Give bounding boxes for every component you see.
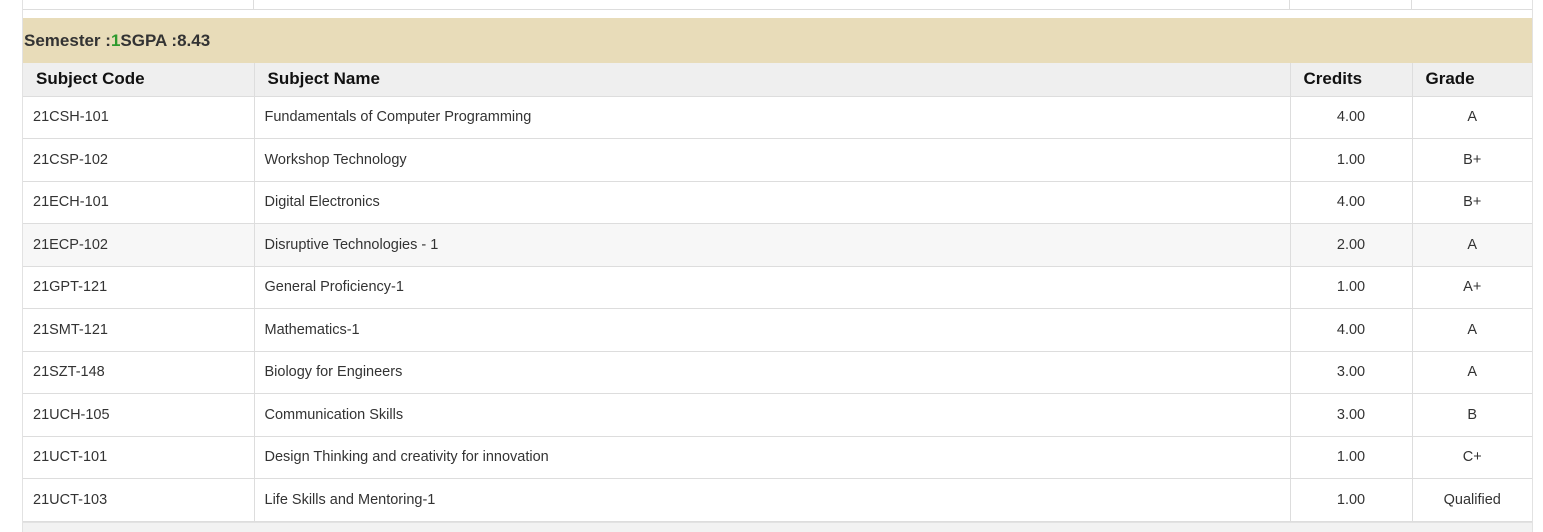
sgpa-value: 8.43	[177, 30, 211, 50]
header-subject-code: Subject Code	[23, 63, 255, 97]
table-header-row: Subject Code Subject Name Credits Grade	[23, 63, 1532, 97]
table-row: 21UCT-103 Life Skills and Mentoring-1 1.…	[23, 478, 1532, 522]
prev-col-code	[23, 0, 254, 9]
panel-bottom	[23, 521, 1532, 532]
subject-credits: 3.00	[1290, 351, 1413, 394]
subject-name: General Proficiency-1	[254, 266, 1291, 309]
table-row: 21CSH-101 Fundamentals of Computer Progr…	[23, 96, 1532, 139]
subject-grade: A	[1412, 96, 1532, 139]
table-row: 21UCH-105 Communication Skills 3.00 B	[23, 393, 1532, 437]
subject-code: 21SZT-148	[23, 351, 255, 394]
subject-name: Communication Skills	[254, 393, 1291, 437]
header-subject-name: Subject Name	[254, 63, 1291, 97]
subject-credits: 4.00	[1290, 96, 1413, 139]
subject-name: Disruptive Technologies - 1	[254, 223, 1291, 267]
semester-header: Semester : 1 SGPA : 8.43	[23, 18, 1532, 63]
subject-grade: A	[1412, 351, 1532, 394]
subject-code: 21GPT-121	[23, 266, 255, 309]
header-grade: Grade	[1412, 63, 1532, 97]
subject-credits: 2.00	[1290, 223, 1413, 267]
subject-grade: C+	[1412, 436, 1532, 479]
subject-credits: 3.00	[1290, 393, 1413, 437]
subject-grade: B+	[1412, 138, 1532, 182]
prev-col-credits	[1290, 0, 1412, 9]
subject-credits: 1.00	[1290, 436, 1413, 479]
sgpa-label: SGPA :	[120, 30, 178, 50]
table-row: 21UCT-101 Design Thinking and creativity…	[23, 436, 1532, 479]
subject-grade: A	[1412, 223, 1532, 267]
subject-grade: A	[1412, 308, 1532, 352]
subject-code: 21ECP-102	[23, 223, 255, 267]
subject-credits: 1.00	[1290, 266, 1413, 309]
table-row: 21ECH-101 Digital Electronics 4.00 B+	[23, 181, 1532, 224]
subject-name: Fundamentals of Computer Programming	[254, 96, 1291, 139]
semester-label: Semester :	[24, 30, 111, 50]
subject-credits: 4.00	[1290, 181, 1413, 224]
subject-credits: 1.00	[1290, 138, 1413, 182]
subject-name: Mathematics-1	[254, 308, 1291, 352]
table-row: 21SZT-148 Biology for Engineers 3.00 A	[23, 351, 1532, 394]
subject-credits: 4.00	[1290, 308, 1413, 352]
table-row: 21ECP-102 Disruptive Technologies - 1 2.…	[23, 223, 1532, 267]
subject-code: 21UCT-101	[23, 436, 255, 479]
subject-grade: B	[1412, 393, 1532, 437]
table-row: 21GPT-121 General Proficiency-1 1.00 A+	[23, 266, 1532, 309]
subject-code: 21SMT-121	[23, 308, 255, 352]
header-credits: Credits	[1290, 63, 1413, 97]
results-page: Semester : 1 SGPA : 8.43 Subject Code Su…	[0, 0, 1543, 532]
results-panel: Semester : 1 SGPA : 8.43 Subject Code Su…	[22, 0, 1533, 532]
subject-code: 21UCT-103	[23, 478, 255, 522]
previous-semester-table-end	[23, 0, 1532, 10]
subject-grade: B+	[1412, 181, 1532, 224]
subject-name: Digital Electronics	[254, 181, 1291, 224]
subject-name: Biology for Engineers	[254, 351, 1291, 394]
subject-grade: A+	[1412, 266, 1532, 309]
subject-grade: Qualified	[1412, 478, 1532, 522]
prev-col-grade	[1412, 0, 1532, 9]
table-row: 21SMT-121 Mathematics-1 4.00 A	[23, 308, 1532, 352]
table-row: 21CSP-102 Workshop Technology 1.00 B+	[23, 138, 1532, 182]
subject-name: Life Skills and Mentoring-1	[254, 478, 1291, 522]
subject-name: Workshop Technology	[254, 138, 1291, 182]
semester-number: 1	[110, 30, 121, 50]
subject-credits: 1.00	[1290, 478, 1413, 522]
subjects-table: Subject Code Subject Name Credits Grade …	[23, 63, 1532, 522]
subject-code: 21CSP-102	[23, 138, 255, 182]
subject-code: 21ECH-101	[23, 181, 255, 224]
subject-code: 21CSH-101	[23, 96, 255, 139]
subject-code: 21UCH-105	[23, 393, 255, 437]
subject-name: Design Thinking and creativity for innov…	[254, 436, 1291, 479]
prev-col-name	[254, 0, 1290, 9]
